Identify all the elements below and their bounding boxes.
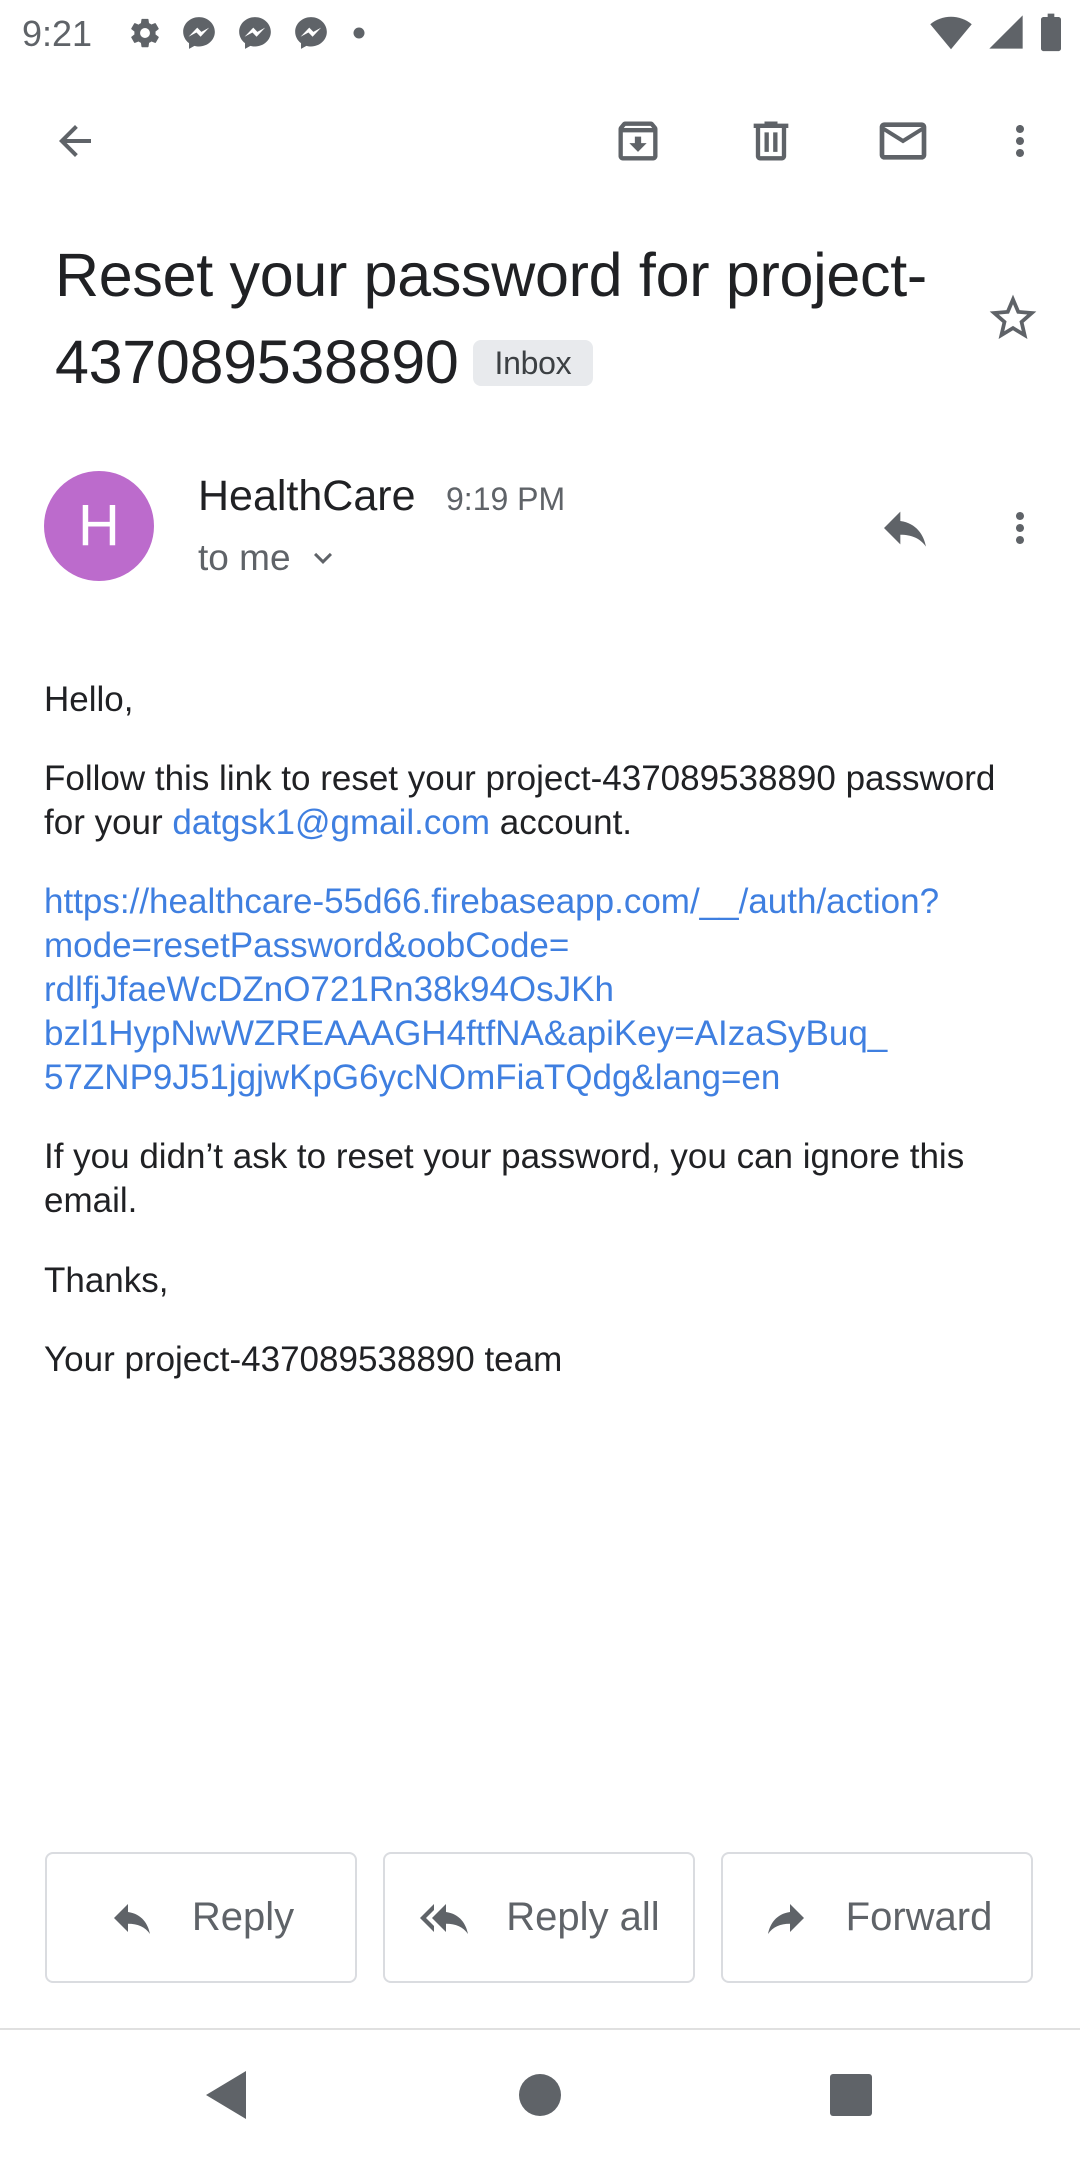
- more-vert-icon: [1016, 512, 1024, 544]
- body-text-after-email: account.: [490, 803, 633, 842]
- forward-icon: [767, 1903, 804, 1934]
- status-time: 9:21: [22, 13, 93, 54]
- reset-password-link[interactable]: https://healthcare-55d66.firebaseapp.com…: [44, 880, 1034, 1100]
- arrow-back-icon: [59, 125, 91, 157]
- status-system-icons: [930, 12, 1062, 52]
- archive-icon: [618, 121, 658, 161]
- reply-quick-button[interactable]: [857, 480, 953, 576]
- reply-icon: [884, 511, 926, 547]
- bottom-divider: [0, 2028, 1080, 2030]
- recipient-details-toggle[interactable]: to me: [198, 533, 341, 583]
- sender-avatar[interactable]: H: [44, 471, 154, 581]
- recipient-label: to me: [198, 537, 291, 578]
- forward-button[interactable]: Forward: [721, 1852, 1033, 1983]
- status-notification-icons: [128, 14, 370, 52]
- nav-home-icon: [519, 2074, 561, 2116]
- reset-link-line: https://healthcare-55d66.firebaseapp.com…: [44, 882, 940, 921]
- more-options-button[interactable]: [972, 93, 1068, 189]
- chevron-down-icon: [313, 552, 332, 564]
- nav-back-button[interactable]: [166, 2050, 286, 2140]
- nav-back-icon: [206, 2071, 246, 2119]
- star-outline-icon: [989, 294, 1037, 339]
- star-button[interactable]: [965, 270, 1061, 366]
- delete-button[interactable]: [723, 93, 819, 189]
- gear-icon: [131, 18, 159, 48]
- reply-all-button[interactable]: Reply all: [383, 1852, 695, 1983]
- reset-link-line: rdlfjJfaeWcDZnO721Rn38k94OsJKh: [44, 970, 614, 1009]
- reset-link-line: mode=resetPassword&oobCode=: [44, 926, 570, 965]
- messenger-icon: [295, 17, 327, 49]
- signature: Your project-437089538890 team: [44, 1340, 563, 1379]
- reset-link-line: bzl1HypNwWZREAAAGH4ftfNA&apiKey=AIzaSyBu…: [44, 1014, 888, 1053]
- closing-thanks: Thanks,: [44, 1261, 169, 1300]
- account-email-link[interactable]: datgsk1@gmail.com: [172, 803, 490, 842]
- mark-unread-button[interactable]: [855, 93, 951, 189]
- battery-icon: [1041, 13, 1061, 52]
- greeting: Hello,: [44, 680, 134, 719]
- delete-icon: [753, 121, 789, 161]
- dot-icon: [353, 27, 365, 39]
- nav-home-button[interactable]: [480, 2050, 600, 2140]
- inbox-label-chip[interactable]: Inbox: [472, 339, 594, 386]
- body-paragraph-reset: Follow this link to reset your project-4…: [44, 757, 1034, 845]
- nav-recents-button[interactable]: [791, 2050, 911, 2140]
- nav-recents-icon: [830, 2074, 872, 2116]
- archive-button[interactable]: [590, 93, 686, 189]
- messenger-icon: [183, 17, 215, 49]
- reply-button[interactable]: Reply: [45, 1852, 357, 1983]
- more-vert-icon: [1016, 125, 1024, 157]
- reset-link-line: 57ZNP9J51jgjwKpG6ycNOmFiaTQdg&lang=en: [44, 1058, 781, 1097]
- sender-name[interactable]: HealthCare: [198, 466, 416, 526]
- forward-label: Forward: [845, 1895, 993, 1939]
- message-more-button[interactable]: [972, 480, 1068, 576]
- reply-all-label: Reply all: [506, 1895, 660, 1939]
- ignore-notice: If you didn’t ask to reset your password…: [44, 1137, 965, 1220]
- wifi-icon: [930, 16, 972, 50]
- mark-unread-icon: [879, 122, 927, 160]
- received-time: 9:19 PM: [446, 481, 566, 517]
- messenger-icon: [239, 17, 271, 49]
- signal-icon: [989, 15, 1023, 49]
- reply-icon: [113, 1903, 150, 1934]
- back-button[interactable]: [27, 93, 123, 189]
- reply-all-icon: [420, 1903, 469, 1934]
- email-subject-row: Reset your password for project-43708953…: [55, 232, 935, 406]
- reply-label: Reply: [191, 1895, 295, 1939]
